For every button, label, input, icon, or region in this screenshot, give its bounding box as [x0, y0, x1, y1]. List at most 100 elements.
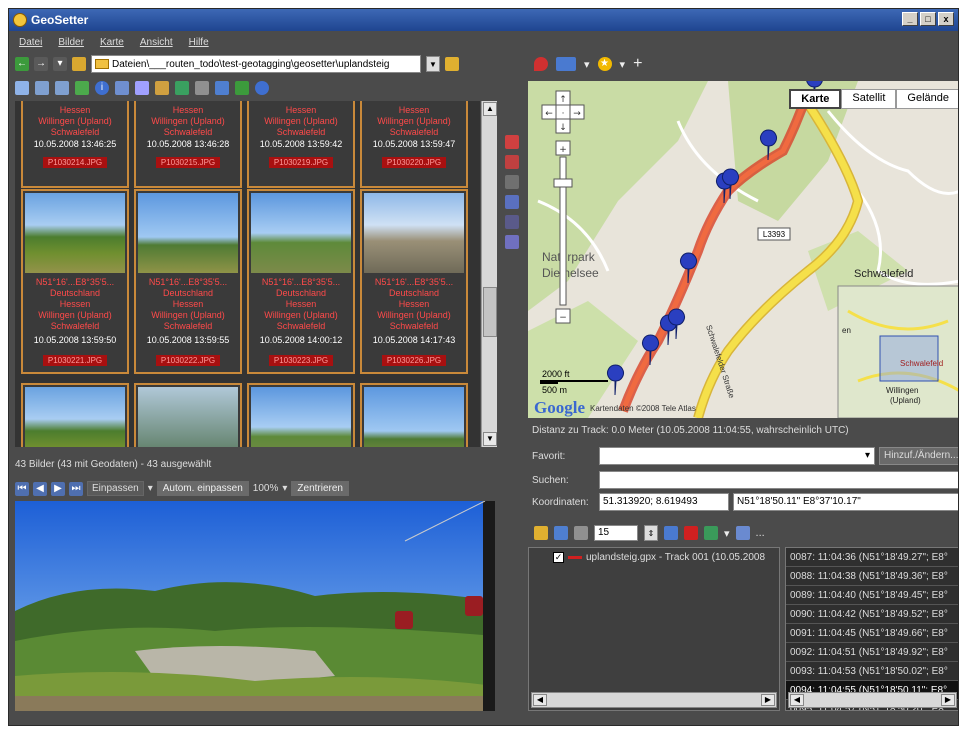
zoom-dropdown-icon[interactable]: ▾: [282, 483, 287, 494]
add-plus-icon[interactable]: +: [633, 56, 642, 72]
list-icon[interactable]: [195, 81, 209, 95]
spinner-arrows-icon[interactable]: ⇕: [644, 525, 658, 541]
zoom-out-icon[interactable]: −: [559, 313, 567, 323]
zoom-value[interactable]: 100%: [253, 483, 279, 494]
geodata-icon[interactable]: [155, 81, 169, 95]
previous-image-icon[interactable]: ◀: [33, 481, 47, 496]
thumbnail-item[interactable]: Hessen Willingen (Upland) Schwalefeld 10.0…: [360, 101, 468, 188]
favorites-star-icon[interactable]: ★: [597, 57, 612, 71]
thumbnail-item[interactable]: [247, 383, 355, 447]
pan-left-icon[interactable]: ←: [545, 109, 553, 119]
track-color-icon[interactable]: [684, 526, 698, 540]
menu-hilfe[interactable]: Hilfe: [189, 37, 209, 48]
center-button[interactable]: Zentrieren: [291, 481, 349, 496]
people-icon[interactable]: [505, 235, 519, 249]
edit-data-icon[interactable]: [135, 81, 149, 95]
favorit-select[interactable]: [599, 447, 875, 465]
pan-down-icon[interactable]: ↓: [559, 123, 567, 133]
minimize-button[interactable]: _: [902, 12, 918, 26]
first-image-icon[interactable]: ⏮: [15, 481, 29, 496]
trackpoint-row[interactable]: 0090: 11:04:42 (N51°18'49.52"; E8°: [786, 605, 958, 624]
thumbnail-item[interactable]: N51°16'...E8°35'5... Deutschland Hessen Wil…: [134, 189, 242, 374]
trackpoint-row[interactable]: 0093: 11:04:53 (N51°18'50.02"; E8°: [786, 662, 958, 681]
sync-icon[interactable]: [505, 195, 519, 209]
track-list-hscroll[interactable]: ◀ ▶: [531, 692, 777, 708]
close-button[interactable]: x: [938, 12, 954, 26]
thumbnail-item[interactable]: Hessen Willingen (Upland) Schwalefeld 10.0…: [21, 101, 129, 188]
tab-gelaende[interactable]: Gelände: [896, 89, 958, 109]
last-image-icon[interactable]: ⏭: [69, 481, 83, 496]
scroll-left-arrow-icon[interactable]: ◀: [533, 694, 547, 706]
coordinates-dms-field[interactable]: N51°18'50.11" E8°37'10.17": [733, 493, 958, 511]
open-track-icon[interactable]: [534, 526, 548, 540]
pan-right-icon[interactable]: →: [573, 109, 581, 119]
trackpoint-row[interactable]: 0088: 11:04:38 (N51°18'49.36"; E8°: [786, 567, 958, 586]
track-checkbox[interactable]: ✓: [553, 552, 564, 563]
trackpoint-row[interactable]: 0089: 11:04:40 (N51°18'49.45"; E8°: [786, 586, 958, 605]
folder-up-icon[interactable]: [72, 57, 86, 71]
next-image-icon[interactable]: ▶: [51, 481, 65, 496]
maximize-button[interactable]: □: [920, 12, 936, 26]
track-item[interactable]: ✓ uplandsteig.gpx - Track 001 (10.05.200…: [529, 548, 779, 563]
autofit-button[interactable]: Autom. einpassen: [156, 481, 249, 496]
track-comment-icon[interactable]: [664, 526, 678, 540]
menu-karte[interactable]: Karte: [100, 37, 124, 48]
scroll-right-arrow-icon[interactable]: ▶: [761, 694, 775, 706]
set-marker-icon[interactable]: [505, 135, 519, 149]
sort-icon[interactable]: [35, 81, 49, 95]
thumbnail-scrollbar[interactable]: ▲ ▼: [481, 101, 497, 447]
favorit-dropdown-icon[interactable]: ▾: [865, 450, 870, 461]
view-icon[interactable]: [15, 81, 29, 95]
scroll-up-arrow-icon[interactable]: ▲: [483, 102, 497, 116]
trackpoint-row[interactable]: 0092: 11:04:51 (N51°18'49.92"; E8°: [786, 643, 958, 662]
search-track-icon[interactable]: [574, 526, 588, 540]
coordinates-decimal-field[interactable]: 51.313920; 8.619493: [599, 493, 729, 511]
track-view-icon[interactable]: [735, 526, 750, 540]
thumbnail-item[interactable]: [134, 383, 242, 447]
pan-up-icon[interactable]: ↑: [559, 95, 567, 105]
favorites-dropdown-icon[interactable]: ▾: [620, 58, 626, 71]
person-icon[interactable]: [235, 81, 249, 95]
more-options-icon[interactable]: ...: [756, 527, 765, 539]
save-icon[interactable]: [215, 81, 229, 95]
thumbnail-item[interactable]: N51°16'...E8°35'5... Deutschland Hessen Wil…: [21, 189, 129, 374]
undo-icon[interactable]: [175, 81, 189, 95]
thumbnail-item[interactable]: [360, 383, 468, 447]
back-arrow-icon[interactable]: ←: [15, 57, 29, 71]
trackpoint-row[interactable]: 0091: 11:04:45 (N51°18'49.66"; E8°: [786, 624, 958, 643]
refresh-icon[interactable]: [75, 81, 89, 95]
scroll-right-arrow-icon[interactable]: ▶: [941, 694, 955, 706]
map-type-dropdown-icon[interactable]: ▾: [584, 58, 590, 71]
thumbnail-item[interactable]: N51°16'...E8°35'5... Deutschland Hessen Wil…: [360, 189, 468, 374]
add-change-button[interactable]: Hinzuf./Ändern...: [879, 447, 958, 465]
thumbnail-item[interactable]: Hessen Willingen (Upland) Schwalefeld 10.0…: [134, 101, 242, 188]
save-track-icon[interactable]: [554, 526, 568, 540]
scroll-thumb[interactable]: [483, 287, 497, 337]
grid-icon[interactable]: [505, 175, 519, 189]
globe-icon[interactable]: [255, 81, 269, 95]
fit-dropdown-icon[interactable]: ▾: [148, 483, 153, 494]
info-icon[interactable]: i: [95, 81, 109, 95]
fit-button[interactable]: Einpassen: [87, 481, 144, 496]
scroll-down-arrow-icon[interactable]: ▼: [483, 432, 497, 446]
menu-datei[interactable]: Datei: [19, 37, 42, 48]
path-input[interactable]: Dateien\___routen_todo\test-geotagging\g…: [91, 55, 421, 73]
map-pin-icon[interactable]: [534, 57, 548, 71]
map-type-icon[interactable]: [556, 57, 576, 71]
remove-marker-icon[interactable]: [505, 155, 519, 169]
track-icon[interactable]: [505, 215, 519, 229]
track-sync-dropdown-icon[interactable]: ▾: [724, 527, 730, 540]
thumbnail-item[interactable]: Hessen Willingen (Upland) Schwalefeld 10.0…: [247, 101, 355, 188]
open-folder-icon[interactable]: [445, 57, 459, 71]
thumbnail-item[interactable]: [21, 383, 129, 447]
search-input[interactable]: [599, 471, 958, 489]
path-dropdown-button[interactable]: ▼: [426, 56, 440, 72]
thumbnail-item[interactable]: N51°16'...E8°35'5... Deutschland Hessen Wil…: [247, 189, 355, 374]
tab-karte[interactable]: Karte: [789, 89, 842, 109]
scroll-left-arrow-icon[interactable]: ◀: [790, 694, 804, 706]
forward-arrow-icon[interactable]: →: [34, 57, 48, 71]
filter-icon[interactable]: [55, 81, 69, 95]
menu-ansicht[interactable]: Ansicht: [140, 37, 173, 48]
track-sync-icon[interactable]: [704, 526, 718, 540]
comment-icon[interactable]: [115, 81, 129, 95]
